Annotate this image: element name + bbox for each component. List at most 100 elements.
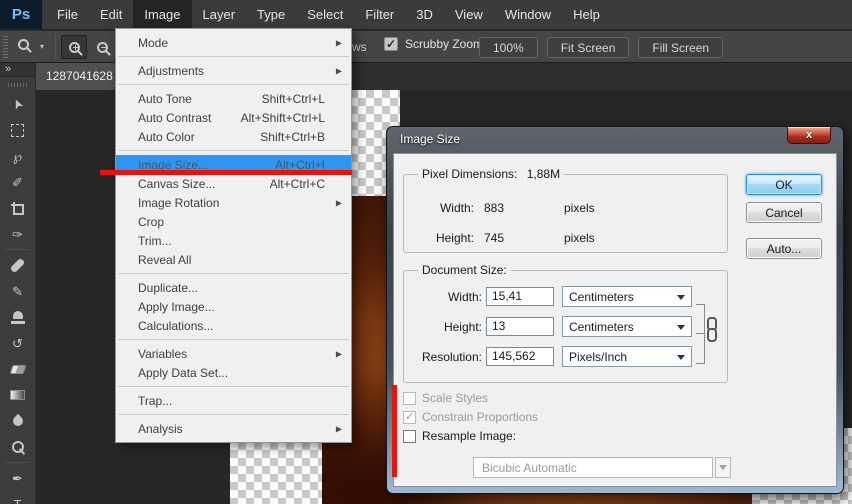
eraser-tool[interactable] <box>0 356 35 382</box>
chevron-down-icon[interactable]: ▾ <box>40 42 44 51</box>
menu-item-apply-data-set[interactable]: Apply Data Set... <box>116 363 351 382</box>
checkbox-checked-icon[interactable]: ✓ <box>403 411 416 424</box>
zoom-out-button[interactable] <box>89 35 115 59</box>
menu-item-auto-contrast[interactable]: Auto ContrastAlt+Shift+Ctrl+L <box>116 108 351 127</box>
menu-bar: Ps FileEditImageLayerTypeSelectFilter3DV… <box>0 0 852 30</box>
menu-item-analysis[interactable]: Analysis▶ <box>116 419 351 438</box>
scrubby-zoom-option[interactable]: ✓ Scrubby Zoom <box>384 37 483 51</box>
resample-method-select[interactable]: Bicubic Automatic <box>473 457 713 478</box>
collapse-panel-button[interactable]: » <box>0 63 35 77</box>
menubar-item-filter[interactable]: Filter <box>354 0 405 29</box>
menubar-item-select[interactable]: Select <box>296 0 354 29</box>
width-input[interactable]: 15,41 <box>486 287 554 306</box>
menubar-item-3d[interactable]: 3D <box>405 0 444 29</box>
crop-tool[interactable] <box>0 195 35 221</box>
checkbox-unchecked-icon[interactable] <box>403 392 416 405</box>
menubar-item-help[interactable]: Help <box>562 0 611 29</box>
zoom-tool-icon[interactable] <box>18 39 29 50</box>
tool-list: ➤ ℘✐ ✑ ✎ ↺ ✒T <box>0 91 35 504</box>
constrain-proportions-option[interactable]: ✓Constrain Proportions <box>403 409 538 425</box>
height-input[interactable]: 13 <box>486 317 554 336</box>
menu-item-label: Reveal All <box>138 253 191 267</box>
brush-tool[interactable]: ✎ <box>0 278 35 304</box>
menu-item-auto-tone[interactable]: Auto ToneShift+Ctrl+L <box>116 89 351 108</box>
menubar-item-type[interactable]: Type <box>246 0 296 29</box>
panel-grip[interactable] <box>8 83 28 87</box>
menu-item-crop[interactable]: Crop <box>116 212 351 231</box>
menu-item-variables[interactable]: Variables▶ <box>116 344 351 363</box>
spot-healing-brush-tool[interactable] <box>0 252 35 278</box>
menu-item-duplicate[interactable]: Duplicate... <box>116 278 351 297</box>
menu-separator <box>118 414 349 415</box>
options-button-fill-screen[interactable]: Fill Screen <box>638 37 723 58</box>
menu-item-shortcut: Alt+Shift+Ctrl+L <box>241 111 325 125</box>
menu-item-adjustments[interactable]: Adjustments▶ <box>116 61 351 80</box>
separator <box>55 34 56 60</box>
menu-item-trim[interactable]: Trim... <box>116 231 351 250</box>
options-button-fit-screen[interactable]: Fit Screen <box>547 37 630 58</box>
resolution-unit-select[interactable]: Pixels/Inch <box>562 346 692 367</box>
menu-item-image-rotation[interactable]: Image Rotation▶ <box>116 193 351 212</box>
menu-item-label: Apply Data Set... <box>138 366 228 380</box>
gradient-tool-icon <box>10 390 25 400</box>
pixel-height-value: 745 <box>484 231 544 245</box>
menubar-item-window[interactable]: Window <box>494 0 562 29</box>
auto-button[interactable]: Auto... <box>746 238 822 259</box>
clone-stamp-tool[interactable] <box>0 304 35 330</box>
zoom-in-icon <box>69 42 80 53</box>
pixel-height-unit: pixels <box>564 231 595 245</box>
move-tool[interactable]: ➤ <box>0 91 35 117</box>
menu-item-reveal-all[interactable]: Reveal All <box>116 250 351 269</box>
lasso-tool[interactable]: ℘ <box>0 143 35 169</box>
height-unit-select[interactable]: Centimeters <box>562 316 692 337</box>
blur-tool[interactable] <box>0 408 35 434</box>
menu-item-trap[interactable]: Trap... <box>116 391 351 410</box>
type-tool[interactable]: T <box>0 491 35 504</box>
pixel-dimensions-label: Pixel Dimensions: 1,88M <box>418 167 564 181</box>
pixel-dimensions-group: Pixel Dimensions: 1,88M Width:883pixelsH… <box>403 174 728 253</box>
menubar-item-image[interactable]: Image <box>133 0 191 29</box>
resolution-input[interactable]: 145,562 <box>486 347 554 366</box>
scale-styles-label: Scale Styles <box>422 391 488 405</box>
clipped-option-text: ws <box>352 40 367 54</box>
menubar-item-view[interactable]: View <box>444 0 494 29</box>
menu-separator <box>118 273 349 274</box>
options-button-100[interactable]: 100% <box>479 37 538 58</box>
dodge-tool[interactable] <box>0 434 35 460</box>
close-button[interactable]: x <box>787 127 831 144</box>
resolution-row: Resolution:145,562Pixels/Inch <box>404 346 727 367</box>
resample-image-option[interactable]: Resample Image: <box>403 428 516 444</box>
menubar-item-layer[interactable]: Layer <box>192 0 247 29</box>
collapse-icon: » <box>5 63 11 75</box>
options-grip[interactable] <box>3 36 8 58</box>
zoom-in-button[interactable] <box>61 35 87 59</box>
cancel-button[interactable]: Cancel <box>746 202 822 223</box>
pen-tool[interactable]: ✒ <box>0 465 35 491</box>
menu-item-mode[interactable]: Mode▶ <box>116 33 351 52</box>
scale-styles-option[interactable]: Scale Styles <box>403 390 488 406</box>
menubar-item-edit[interactable]: Edit <box>89 0 133 29</box>
resample-method-arrow[interactable] <box>715 457 731 478</box>
menu-item-apply-image[interactable]: Apply Image... <box>116 297 351 316</box>
menu-item-auto-color[interactable]: Auto ColorShift+Ctrl+B <box>116 127 351 146</box>
quick-selection-tool[interactable]: ✐ <box>0 169 35 195</box>
menubar-item-file[interactable]: File <box>46 0 89 29</box>
height-label: Height: <box>404 320 482 334</box>
link-bracket-stub <box>696 333 705 334</box>
width-unit-select[interactable]: Centimeters <box>562 286 692 307</box>
checkbox-checked-icon[interactable]: ✓ <box>384 37 398 51</box>
menu-item-calculations[interactable]: Calculations... <box>116 316 351 335</box>
checkbox-unchecked-icon[interactable] <box>403 430 416 443</box>
ok-button[interactable]: OK <box>746 174 822 195</box>
annotation-vertical-bar <box>392 385 397 477</box>
rectangular-marquee-tool[interactable] <box>0 117 35 143</box>
pixel-width-value: 883 <box>484 201 544 215</box>
menu-item-label: Trim... <box>138 234 172 248</box>
gradient-tool[interactable] <box>0 382 35 408</box>
menu-item-canvas-size[interactable]: Canvas Size...Alt+Ctrl+C <box>116 174 351 193</box>
toolbar-separator <box>5 249 30 250</box>
history-brush-tool[interactable]: ↺ <box>0 330 35 356</box>
eyedropper-tool[interactable]: ✑ <box>0 221 35 247</box>
width-row: Width:15,41Centimeters <box>404 286 727 307</box>
menu-item-label: Crop <box>138 215 164 229</box>
